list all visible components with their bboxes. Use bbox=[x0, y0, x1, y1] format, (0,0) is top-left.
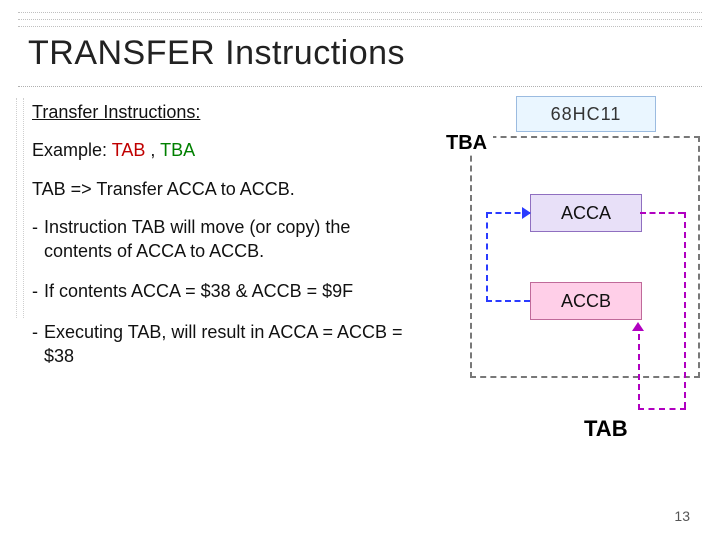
page-number: 13 bbox=[674, 508, 690, 524]
body-text: Transfer Instructions: Example: TAB , TB… bbox=[32, 100, 412, 384]
example-prefix: Example: bbox=[32, 140, 112, 160]
tab-arrow-seg bbox=[640, 212, 684, 214]
tab-opcode-label: TAB bbox=[584, 416, 628, 442]
example-tba: TBA bbox=[160, 140, 195, 160]
example-tab: TAB bbox=[112, 140, 146, 160]
left-margin-dots bbox=[16, 98, 24, 318]
tba-arrow-seg bbox=[486, 300, 530, 302]
bullet-3-text: Executing TAB, will result in ACCA = ACC… bbox=[44, 320, 412, 369]
bullet-3: - Executing TAB, will result in ACCA = A… bbox=[32, 320, 412, 369]
tab-arrow-seg bbox=[638, 334, 640, 410]
bullet-1: - Instruction TAB will move (or copy) th… bbox=[32, 215, 412, 264]
tba-arrow-seg bbox=[486, 212, 488, 302]
diagram: 68HC11 TBA ACCA ACCB TAB bbox=[440, 90, 700, 460]
decorative-top-lines bbox=[18, 12, 702, 34]
chip-frame bbox=[470, 136, 700, 378]
bullet-2-text: If contents ACCA = $38 & ACCB = $9F bbox=[44, 279, 412, 303]
slide-title: TRANSFER Instructions bbox=[28, 34, 405, 73]
tba-opcode-label: TBA bbox=[440, 132, 493, 155]
title-underline bbox=[18, 86, 702, 87]
acca-register: ACCA bbox=[530, 194, 642, 232]
bullet-1-text: Instruction TAB will move (or copy) the … bbox=[44, 215, 412, 264]
chip-header: 68HC11 bbox=[516, 96, 656, 132]
tab-arrow-head-icon bbox=[632, 322, 644, 331]
tab-arrow-seg bbox=[638, 408, 686, 410]
tba-arrow-head-icon bbox=[522, 207, 531, 219]
subheading: Transfer Instructions: bbox=[32, 102, 200, 122]
example-sep: , bbox=[145, 140, 160, 160]
bullet-2: - If contents ACCA = $38 & ACCB = $9F bbox=[32, 279, 412, 303]
accb-register: ACCB bbox=[530, 282, 642, 320]
slide: { "title": "TRANSFER Instructions", "bod… bbox=[0, 0, 720, 540]
tab-explanation: TAB => Transfer ACCA to ACCB. bbox=[32, 177, 412, 201]
tab-arrow-seg bbox=[684, 212, 686, 408]
